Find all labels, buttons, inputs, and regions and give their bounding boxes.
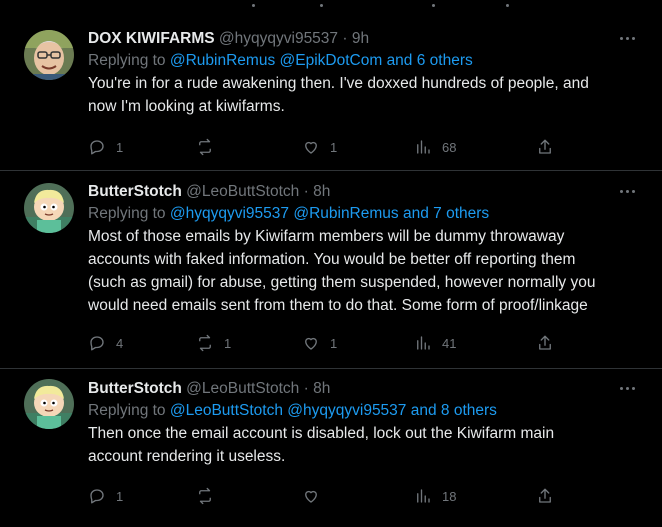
tweet-actions: 4 1 1 41 bbox=[88, 333, 568, 353]
more-options-icon[interactable] bbox=[618, 380, 638, 396]
view-count: 18 bbox=[442, 488, 457, 504]
replying-prefix: Replying to bbox=[88, 52, 166, 69]
retweet-button[interactable]: 1 bbox=[196, 333, 231, 353]
retweet-icon bbox=[199, 334, 211, 352]
butters-avatar-icon bbox=[24, 183, 74, 233]
others-link[interactable]: and 6 others bbox=[387, 52, 473, 69]
replying-to: Replying to @hyqyqyvi95537 @RubinRemus a… bbox=[88, 203, 638, 225]
views-bar-chart-icon bbox=[417, 336, 430, 350]
heart-icon bbox=[305, 490, 317, 503]
tweet-text-line: accounts with faked information. You wou… bbox=[88, 251, 576, 268]
mention-link[interactable]: @hyqyqyvi95537 bbox=[287, 402, 406, 419]
reply-count: 4 bbox=[116, 335, 124, 351]
mention-link[interactable]: @LeoButtStotch bbox=[170, 402, 283, 419]
tweet[interactable]: ButterStotch @LeoButtStotch · 8h Replyin… bbox=[0, 369, 662, 527]
heart-icon bbox=[305, 141, 317, 154]
tweet-text: You're in for a rude awakening then. I'v… bbox=[88, 72, 638, 118]
like-count: 1 bbox=[330, 335, 338, 351]
author-name[interactable]: DOX KIWIFARMS bbox=[88, 30, 215, 47]
timestamp[interactable]: 8h bbox=[313, 380, 330, 397]
author-name[interactable]: ButterStotch bbox=[88, 380, 182, 397]
share-button[interactable] bbox=[536, 486, 554, 506]
tweet-text-line: now I'm looking at kiwifarms. bbox=[88, 98, 285, 115]
reply-count: 1 bbox=[116, 488, 124, 504]
reply-count: 1 bbox=[116, 139, 124, 155]
mention-link[interactable]: @hyqyqyvi95537 bbox=[170, 205, 289, 222]
replying-prefix: Replying to bbox=[88, 205, 166, 222]
replying-to: Replying to @RubinRemus @EpikDotCom and … bbox=[88, 50, 638, 72]
tweet-actions: 1 18 bbox=[88, 486, 568, 506]
share-button[interactable] bbox=[536, 333, 554, 353]
share-icon bbox=[539, 139, 551, 154]
previous-tweet-remnant bbox=[0, 0, 662, 18]
tweet-text-line: (such as gmail) for abuse, getting them … bbox=[88, 274, 596, 291]
tweet-actions: 1 1 68 bbox=[88, 137, 568, 157]
dot-separator: · bbox=[303, 380, 309, 397]
author-handle[interactable]: @hyqyqyvi95537 bbox=[219, 30, 338, 47]
others-link[interactable]: and 8 others bbox=[411, 402, 497, 419]
like-count: 1 bbox=[330, 139, 338, 155]
mention-link[interactable]: @RubinRemus bbox=[170, 52, 275, 69]
tweet-header: DOX KIWIFARMS @hyqyqyvi95537 · 9h bbox=[88, 28, 638, 50]
dot-separator: · bbox=[342, 30, 348, 47]
tweet-header: ButterStotch @LeoButtStotch · 8h bbox=[88, 378, 638, 400]
heart-icon bbox=[305, 337, 317, 350]
retweet-icon bbox=[199, 138, 211, 156]
reply-icon bbox=[90, 336, 104, 351]
dot-separator: · bbox=[303, 183, 309, 200]
old-man-avatar-icon bbox=[24, 30, 74, 80]
reply-button[interactable]: 1 bbox=[88, 137, 123, 157]
retweet-button[interactable] bbox=[196, 486, 224, 506]
views-bar-chart-icon bbox=[417, 489, 430, 503]
author-handle[interactable]: @LeoButtStotch bbox=[186, 183, 299, 200]
avatar[interactable] bbox=[24, 183, 74, 233]
tweet-header: ButterStotch @LeoButtStotch · 8h bbox=[88, 181, 638, 203]
mention-link[interactable]: @EpikDotCom bbox=[280, 52, 383, 69]
author-handle[interactable]: @LeoButtStotch bbox=[186, 380, 299, 397]
share-icon bbox=[539, 488, 551, 503]
reply-button[interactable]: 4 bbox=[88, 333, 123, 353]
mention-link[interactable]: @RubinRemus bbox=[293, 205, 398, 222]
views-button[interactable]: 68 bbox=[414, 137, 456, 157]
tweet-text-line: You're in for a rude awakening then. I'v… bbox=[88, 75, 589, 92]
more-options-icon[interactable] bbox=[618, 30, 638, 46]
replying-to: Replying to @LeoButtStotch @hyqyqyvi9553… bbox=[88, 400, 638, 422]
timestamp[interactable]: 9h bbox=[352, 30, 369, 47]
tweet-text-line: Most of those emails by Kiwifarm members… bbox=[88, 228, 565, 245]
tweet[interactable]: ButterStotch @LeoButtStotch · 8h Replyin… bbox=[0, 171, 662, 369]
butters-avatar-icon bbox=[24, 379, 74, 429]
like-button[interactable] bbox=[302, 486, 330, 506]
timestamp[interactable]: 8h bbox=[313, 183, 330, 200]
retweet-icon bbox=[199, 487, 211, 505]
tweet-text-line: would need emails sent from them to do t… bbox=[88, 297, 588, 314]
reply-icon bbox=[90, 140, 104, 155]
tweet-text-line: account rendering it useless. bbox=[88, 448, 286, 465]
tweet[interactable]: DOX KIWIFARMS @hyqyqyvi95537 · 9h Replyi… bbox=[0, 18, 662, 171]
retweet-count: 1 bbox=[224, 335, 232, 351]
reply-button[interactable]: 1 bbox=[88, 486, 123, 506]
reply-icon bbox=[90, 489, 104, 504]
like-button[interactable]: 1 bbox=[302, 137, 337, 157]
views-button[interactable]: 18 bbox=[414, 486, 456, 506]
tweet-text: Most of those emails by Kiwifarm members… bbox=[88, 225, 638, 317]
like-button[interactable]: 1 bbox=[302, 333, 337, 353]
tweet-text: Then once the email account is disabled,… bbox=[88, 422, 638, 468]
replying-prefix: Replying to bbox=[88, 402, 166, 419]
view-count: 68 bbox=[442, 139, 457, 155]
others-link[interactable]: and 7 others bbox=[403, 205, 489, 222]
share-icon bbox=[539, 335, 551, 350]
avatar[interactable] bbox=[24, 30, 74, 80]
retweet-button[interactable] bbox=[196, 137, 224, 157]
views-button[interactable]: 41 bbox=[414, 333, 456, 353]
share-button[interactable] bbox=[536, 137, 554, 157]
view-count: 41 bbox=[442, 335, 457, 351]
views-bar-chart-icon bbox=[417, 140, 430, 154]
tweet-text-line: Then once the email account is disabled,… bbox=[88, 425, 555, 442]
more-options-icon[interactable] bbox=[618, 183, 638, 199]
author-name[interactable]: ButterStotch bbox=[88, 183, 182, 200]
avatar[interactable] bbox=[24, 379, 74, 429]
